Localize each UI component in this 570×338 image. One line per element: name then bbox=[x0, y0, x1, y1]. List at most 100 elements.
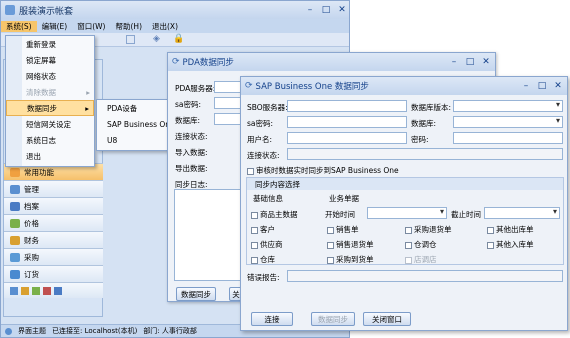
sap-database-label: 数据库: bbox=[411, 119, 437, 128]
menu-item-network-status[interactable]: 网络状态 bbox=[6, 68, 94, 84]
nav-item-order[interactable]: 订货 bbox=[4, 265, 103, 282]
nav-item-management[interactable]: 管理 bbox=[4, 180, 103, 197]
close-icon[interactable]: ✕ bbox=[335, 3, 349, 17]
maximize-icon[interactable]: □ bbox=[535, 79, 549, 93]
menu-item-exit[interactable]: 退出 bbox=[6, 148, 94, 164]
minimize-icon[interactable]: – bbox=[447, 55, 461, 69]
menu-exit[interactable]: 退出(X) bbox=[147, 21, 183, 32]
archive-icon bbox=[10, 201, 20, 211]
minimize-icon[interactable]: – bbox=[303, 3, 317, 17]
checkbox-box bbox=[405, 241, 412, 249]
connection-status: 已连接至: Localhost(本机) bbox=[52, 327, 138, 335]
submenu-item-u8[interactable]: U8 bbox=[97, 132, 167, 148]
submenu-item-pda[interactable]: PDA设备 bbox=[97, 100, 167, 116]
pda-sync-button[interactable]: 数据同步 bbox=[176, 287, 216, 301]
end-time-label: 截止时间 bbox=[451, 210, 481, 219]
submenu-item-sap[interactable]: SAP Business One bbox=[97, 116, 167, 132]
connect-button[interactable]: 连接 bbox=[251, 312, 293, 326]
nav-item-price[interactable]: 价格 bbox=[4, 214, 103, 231]
menu-item-lock-screen[interactable]: 锁定屏幕 bbox=[6, 52, 94, 68]
pda-import-label: 导入数据: bbox=[175, 148, 208, 157]
checkbox-label: 其他出库单 bbox=[496, 225, 534, 234]
theme-icon bbox=[5, 327, 12, 335]
start-time-select[interactable] bbox=[367, 207, 447, 219]
menu-item-sms-gateway[interactable]: 短信网关设定 bbox=[6, 116, 94, 132]
submenu-arrow-icon: ▸ bbox=[85, 103, 89, 113]
start-time-label: 开始时间 bbox=[325, 210, 355, 219]
checkbox-sales-order[interactable]: 销售单 bbox=[327, 224, 359, 235]
maximize-icon[interactable]: □ bbox=[463, 55, 477, 69]
checkbox-supplier[interactable]: 供应商 bbox=[251, 239, 283, 250]
theme-selector[interactable]: 界面主题 bbox=[18, 326, 46, 336]
pda-sync-log-area[interactable] bbox=[174, 189, 244, 281]
menu-help[interactable]: 帮助(H) bbox=[111, 21, 148, 32]
checkbox-other-inbound[interactable]: 其他入库单 bbox=[487, 239, 534, 250]
sync-content-header-label: 同步内容选择 bbox=[255, 179, 300, 189]
nav-item-purchase[interactable]: 采购 bbox=[4, 248, 103, 265]
checkbox-box bbox=[487, 241, 494, 249]
password-label: 密码: bbox=[411, 135, 429, 144]
checkbox-customer[interactable]: 客户 bbox=[251, 224, 275, 235]
sap-database-select[interactable] bbox=[453, 116, 563, 128]
close-icon[interactable]: ✕ bbox=[479, 55, 493, 69]
main-title: 服装演示帐套 bbox=[19, 6, 74, 17]
nav-item-finance[interactable]: 财务 bbox=[4, 231, 103, 248]
shortcut-icon[interactable] bbox=[32, 286, 40, 295]
business-docs-label: 业务单据 bbox=[329, 194, 359, 203]
checkbox-warehouse-transfer[interactable]: 仓调仓 bbox=[405, 239, 437, 250]
toolbar-lock-icon[interactable]: 🔒 bbox=[173, 34, 184, 44]
toolbar-nav-icon[interactable]: ◈ bbox=[153, 34, 160, 44]
sync-content-header: 同步内容选择 bbox=[247, 178, 563, 190]
realtime-sync-label: 审核时数据实时同步到SAP Business One bbox=[256, 166, 399, 175]
management-icon bbox=[10, 184, 20, 194]
realtime-sync-checkbox[interactable]: 审核时数据实时同步到SAP Business One bbox=[247, 165, 399, 176]
sa-password-label: sa密码: bbox=[247, 119, 274, 128]
shortcut-icon[interactable] bbox=[54, 286, 62, 295]
menu-system[interactable]: 系统(S) bbox=[1, 20, 37, 32]
shortcut-icon[interactable] bbox=[21, 286, 29, 295]
main-menubar: 系统(S) 编辑(E) 窗口(W) 帮助(H) 退出(X) bbox=[1, 19, 349, 33]
menu-item-relogin[interactable]: 重新登录 bbox=[6, 36, 94, 52]
menu-edit[interactable]: 编辑(E) bbox=[37, 21, 73, 32]
checkbox-purchase-return[interactable]: 采购退货单 bbox=[405, 224, 452, 235]
checkbox-label: 供应商 bbox=[260, 240, 283, 249]
sbo-server-field[interactable] bbox=[287, 100, 407, 112]
checkbox-purchase-receipt[interactable]: 采购到货单 bbox=[327, 254, 374, 265]
system-menu: 重新登录 锁定屏幕 网络状态 清除数据 ▸ 数据同步 ▸ 短信网关设定 系统日志… bbox=[5, 35, 95, 167]
maximize-icon[interactable]: □ bbox=[319, 3, 333, 17]
main-title-bar: 服装演示帐套 bbox=[1, 1, 349, 19]
end-time-select[interactable] bbox=[484, 207, 560, 219]
checkbox-product-master[interactable]: 商品主数据 bbox=[251, 209, 298, 220]
pda-server-label: PDA服务器: bbox=[175, 84, 216, 93]
username-field[interactable] bbox=[287, 132, 407, 144]
password-field[interactable] bbox=[453, 132, 563, 144]
checkbox-label: 商品主数据 bbox=[260, 210, 298, 219]
sa-password-field[interactable] bbox=[287, 116, 407, 128]
pda-conn-status-label: 连接状态: bbox=[175, 132, 208, 141]
checkbox-box bbox=[251, 211, 258, 219]
sync-window-icon: ⟳ bbox=[245, 81, 253, 91]
close-icon[interactable]: ✕ bbox=[551, 79, 565, 93]
shortcut-icon[interactable] bbox=[10, 286, 18, 295]
checkbox-sales-return[interactable]: 销售退货单 bbox=[327, 239, 374, 250]
checkbox-box bbox=[251, 226, 258, 234]
shortcut-icon[interactable] bbox=[43, 286, 51, 295]
menu-item-data-sync[interactable]: 数据同步 ▸ bbox=[6, 100, 94, 116]
checkbox-other-outbound[interactable]: 其他出库单 bbox=[487, 224, 534, 235]
menu-window[interactable]: 窗口(W) bbox=[72, 21, 110, 32]
sbo-server-label: SBO服务器: bbox=[247, 103, 288, 112]
checkbox-warehouse[interactable]: 仓库 bbox=[251, 254, 275, 265]
sap-window-controls: – □ ✕ bbox=[519, 79, 565, 93]
sync-content-group: 同步内容选择 bbox=[246, 177, 564, 265]
db-version-select[interactable] bbox=[453, 100, 563, 112]
minimize-icon[interactable]: – bbox=[519, 79, 533, 93]
db-version-label: 数据库版本: bbox=[411, 103, 452, 112]
nav-item-archive[interactable]: 档案 bbox=[4, 197, 103, 214]
toolbar-home-icon[interactable] bbox=[126, 35, 135, 44]
pda-window-controls: – □ ✕ bbox=[447, 55, 493, 69]
nav-shortcut-bar bbox=[4, 282, 103, 298]
checkbox-box bbox=[327, 226, 334, 234]
close-window-button[interactable]: 关闭窗口 bbox=[363, 312, 411, 326]
menu-item-clear-data: 清除数据 ▸ bbox=[6, 84, 94, 100]
menu-item-system-log[interactable]: 系统日志 bbox=[6, 132, 94, 148]
